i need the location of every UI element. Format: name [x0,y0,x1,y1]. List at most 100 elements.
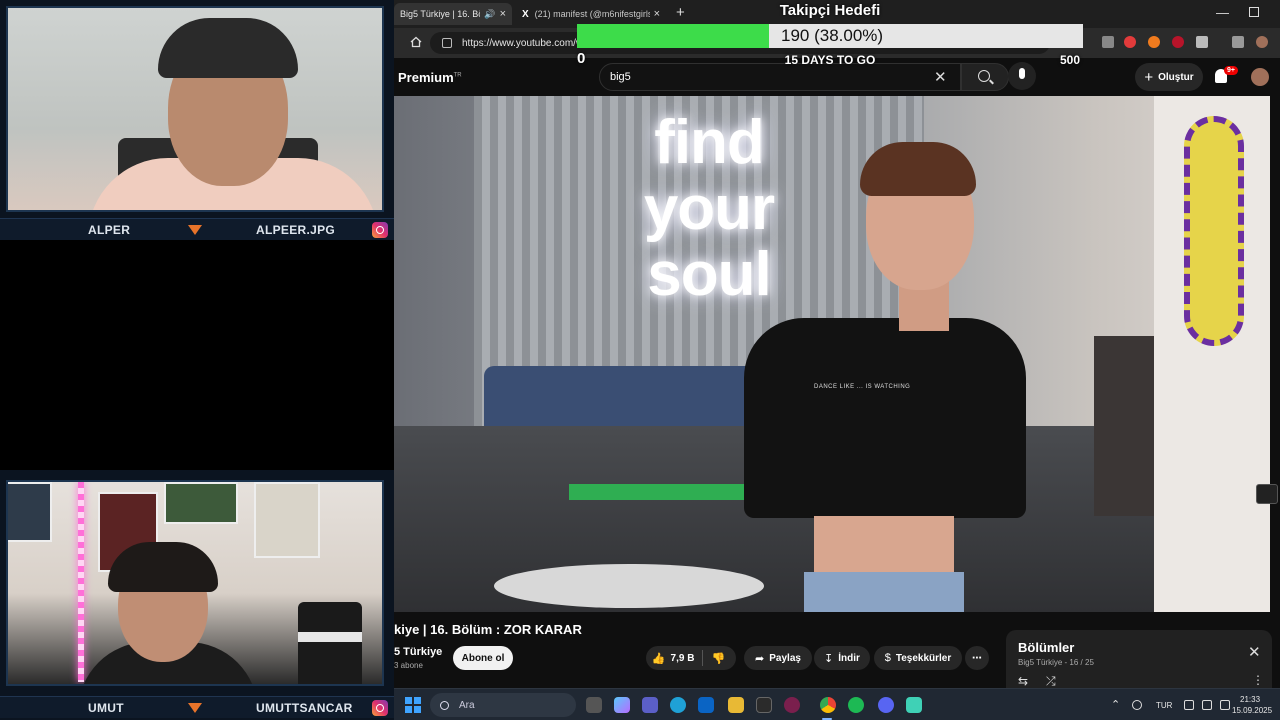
task-view-icon[interactable] [586,697,602,713]
store-icon[interactable] [756,697,772,713]
spotify-icon[interactable] [848,697,864,713]
app-icon[interactable] [906,697,922,713]
close-icon[interactable]: ✕ [1248,643,1261,661]
round-table [494,564,764,608]
video-title: kiye | 16. Bölüm : ZOR KARAR [394,622,582,637]
logo-text: Premium [398,70,454,85]
video-player[interactable]: find your soul DANCE LIKE ... IS WATCHIN… [394,96,1270,612]
clock-time[interactable]: 21:33 [1240,695,1260,704]
maximize-button[interactable] [1249,7,1259,17]
download-button[interactable]: ↧ İndir [814,646,870,670]
name-bar-bottom: UMUT UMUTTSANCAR [0,696,394,718]
webcam-panel-top: ALPER ALPEER.JPG [0,0,394,240]
extension-icon[interactable] [1124,36,1136,48]
discord-icon[interactable] [878,697,894,713]
copilot-icon[interactable] [614,697,630,713]
outlook-icon[interactable] [698,697,714,713]
battery-icon[interactable] [1220,700,1230,710]
home-icon[interactable] [410,36,422,48]
goal-days-left: 15 DAYS TO GO [784,53,876,67]
triangle-icon [188,225,202,235]
chrome-icon[interactable] [820,697,836,713]
more-actions-button[interactable]: ⋯ [965,646,989,670]
speaker-icon[interactable]: 🔊 [484,9,495,20]
minimize-button[interactable]: — [1216,5,1229,20]
smiley-art [1184,116,1244,346]
notification-badge: 9+ [1224,66,1238,75]
share-icon: ➦ [755,652,765,665]
follower-goal-widget: Takipçi Hedefi 190 (38.00%) 0 15 DAYS TO… [570,0,1090,70]
person-midriff [814,516,954,576]
playlist-panel: Bölümler Big5 Türkiye - 16 / 25 ✕ ⇆ ⤮ ⋮ [1006,630,1272,688]
goal-progress-bar: 190 (38.00%) [577,24,1083,48]
playlist-subtitle[interactable]: Big5 Türkiye - 16 / 25 [1018,658,1094,667]
shield-icon[interactable] [1102,36,1114,48]
channel-name[interactable]: 5 Türkiye [394,646,442,658]
avatar[interactable] [1251,68,1269,86]
goal-value: 190 (38.00%) [781,26,884,45]
create-button[interactable]: + Oluştur [1135,63,1203,91]
teams-icon[interactable] [642,697,658,713]
share-button[interactable]: ➦ Paylaş [744,646,812,670]
webcam-feed-alper [6,6,384,212]
menu-icon[interactable] [1232,36,1244,48]
thanks-label: Teşekkürler [895,652,952,664]
cast-icon[interactable] [1256,484,1278,504]
site-info-icon[interactable] [442,38,452,48]
extension-icon[interactable] [1172,36,1184,48]
download-icon: ↧ [824,652,834,665]
thumbs-down-icon[interactable]: 👎 [711,652,725,665]
like-count[interactable]: 7,9 B [671,653,695,664]
windows-start-icon[interactable] [405,697,421,713]
create-label: Oluştur [1158,71,1194,83]
browser-window: Big5 Türkiye | 16. Bölüm 🔊 × X (21) mani… [394,0,1280,688]
person-jeans [804,572,964,612]
loop-icon[interactable]: ⇆ [1018,674,1028,688]
subscribe-button[interactable]: Abone ol [453,646,513,670]
subscriber-count: 3 abone [394,661,423,670]
led-strip [78,482,84,682]
extension-icon[interactable] [1148,36,1160,48]
clear-search-icon[interactable]: ✕ [934,68,947,86]
goal-progress-fill [577,24,770,48]
playlist-title: Bölümler [1018,640,1075,655]
instagram-handle: UMUTTSANCAR [256,700,353,715]
like-dislike-group: 👍 7,9 B 👎 [646,646,736,670]
logo-region: TR [453,72,462,79]
search-input[interactable] [610,71,910,83]
thumbs-up-icon[interactable]: 👍 [652,652,666,665]
empty-panel [0,240,394,470]
youtube-logo[interactable]: PremiumTR [398,70,462,85]
shuffle-icon[interactable]: ⤮ [1046,674,1056,689]
clock-date[interactable]: 15.09.2025 [1232,706,1272,715]
divider [702,650,704,666]
language-indicator[interactable]: TUR [1156,701,1172,710]
tab-big5[interactable]: Big5 Türkiye | 16. Bölüm 🔊 × [394,3,512,25]
tab-label: Big5 Türkiye | 16. Bölüm [400,9,480,19]
puzzle-icon[interactable] [1196,36,1208,48]
close-icon[interactable]: × [500,8,506,20]
taskbar-search[interactable]: Ara [430,693,576,717]
profile-icon[interactable] [1256,36,1268,48]
volume-icon[interactable] [1202,700,1212,710]
thanks-button[interactable]: $ Teşekkürler [874,646,962,670]
mic-icon[interactable] [1132,700,1142,710]
edge-icon[interactable] [670,697,686,713]
poster [254,482,320,558]
app-icon[interactable] [784,697,800,713]
instagram-icon [372,222,388,238]
instagram-handle: ALPEER.JPG [256,222,336,237]
network-icon[interactable] [1184,700,1194,710]
shirt-print: DANCE LIKE ... IS WATCHING [814,384,911,390]
file-explorer-icon[interactable] [728,697,744,713]
goal-title: Takipçi Hedefi [779,2,881,19]
chevron-up-icon[interactable]: ⌃ [1111,698,1120,711]
webcam-panel-bottom: UMUT UMUTTSANCAR [0,470,394,720]
download-label: İndir [838,652,860,664]
share-label: Paylaş [769,652,801,664]
more-icon[interactable]: ⋮ [1252,673,1264,687]
name-bar-top: ALPER ALPEER.JPG [0,218,394,240]
green-bench [569,484,769,500]
x-logo-icon: X [522,8,529,20]
webcam-feed-umut [6,480,384,686]
